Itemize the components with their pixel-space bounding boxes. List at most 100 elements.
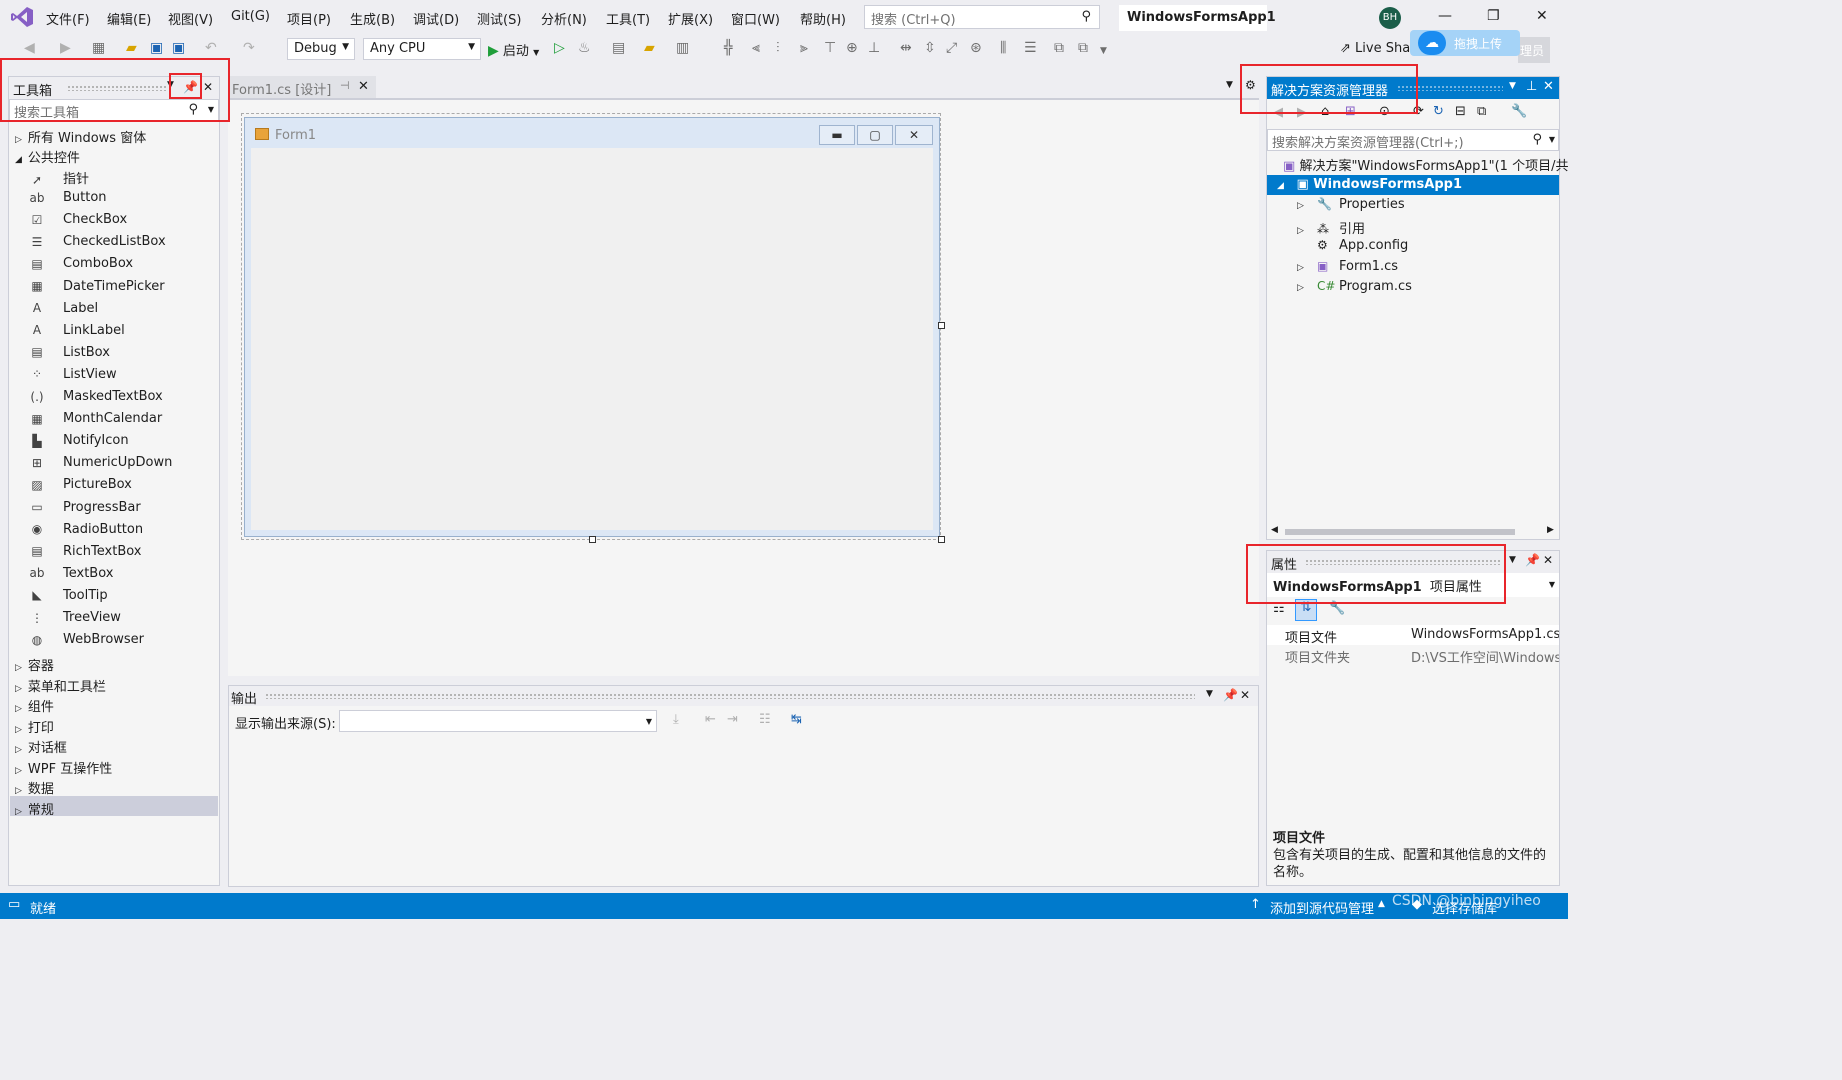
layout-icon[interactable]: ▥ xyxy=(676,40,689,56)
toolbox-item[interactable]: ▦ DateTimePicker xyxy=(29,279,164,294)
undo-icon[interactable]: ↶ xyxy=(205,40,217,56)
resize-handle-corner[interactable] xyxy=(938,536,945,543)
solution-search-input[interactable]: 搜索解决方案资源管理器(Ctrl+;) ⚲ ▼ xyxy=(1267,129,1559,151)
toolbox-category[interactable]: ▷ 菜单和工具栏 xyxy=(15,676,106,695)
avatar[interactable]: BH xyxy=(1379,7,1401,29)
align-left-icon[interactable]: ⫷ xyxy=(752,40,760,56)
toolbox-category[interactable]: ▷ 容器 xyxy=(15,655,54,674)
align-top-icon[interactable]: ⊤ xyxy=(824,40,836,56)
forward-icon[interactable]: ▶ xyxy=(1297,105,1307,120)
pin-icon[interactable]: 📌 xyxy=(1223,688,1238,702)
toolbox-category[interactable]: ▷ 打印 xyxy=(15,717,54,736)
pin-icon[interactable]: ⊣ xyxy=(340,79,350,92)
menu-help[interactable]: 帮助(H) xyxy=(800,9,846,28)
same-width-icon[interactable]: ⇹ xyxy=(900,40,912,56)
property-row-project-file[interactable]: 项目文件 WindowsFormsApp1.csproj xyxy=(1267,625,1559,645)
folder-icon[interactable]: ▰ xyxy=(644,40,655,56)
wrench-icon[interactable]: 🔧 xyxy=(1511,104,1527,119)
toolbox-item[interactable]: ⁘ ListView xyxy=(29,367,117,382)
categorized-icon[interactable]: ☷ xyxy=(1273,601,1285,616)
drag-grip[interactable] xyxy=(1397,85,1503,91)
menu-window[interactable]: 窗口(W) xyxy=(731,9,780,28)
start-without-debug-icon[interactable]: ▷ xyxy=(554,40,565,56)
form1-window[interactable]: Form1 ▬ ▢ ✕ xyxy=(244,117,940,537)
menu-analyze[interactable]: 分析(N) xyxy=(541,9,587,28)
toolbox-category[interactable]: ▷ 组件 xyxy=(15,696,54,715)
output-source-select[interactable]: ▼ xyxy=(339,710,657,732)
show-all-files-icon[interactable]: ⧉ xyxy=(1477,104,1486,119)
size-to-grid-icon[interactable]: ⊛ xyxy=(970,40,982,56)
close-tab-icon[interactable]: ✕ xyxy=(358,79,369,94)
menu-build[interactable]: 生成(B) xyxy=(350,9,395,28)
scroll-right-icon[interactable]: ▶ xyxy=(1547,525,1554,535)
next-message-icon[interactable]: ⇥ xyxy=(727,712,738,727)
toolbox-item[interactable]: A Label xyxy=(29,301,98,316)
pin-icon[interactable]: 📌 xyxy=(1525,553,1540,567)
prev-message-icon[interactable]: ⇤ xyxy=(705,712,716,727)
scrollbar-thumb[interactable] xyxy=(1285,529,1515,535)
horizontal-spacing-icon[interactable]: ⫼ xyxy=(1000,40,1006,56)
forward-icon[interactable]: ▶ xyxy=(60,40,71,56)
solution-root-node[interactable]: ▣ 解决方案"WindowsFormsApp1"(1 个项目/共 xyxy=(1283,155,1568,174)
toolbox-item[interactable]: ▦ MonthCalendar xyxy=(29,411,162,426)
pin-icon[interactable]: 📌 xyxy=(183,80,198,94)
menu-edit[interactable]: 编辑(E) xyxy=(107,9,151,28)
redo-icon[interactable]: ↷ xyxy=(243,40,255,56)
same-height-icon[interactable]: ⇳ xyxy=(924,40,936,56)
alphabetical-icon[interactable]: ⇅ xyxy=(1295,599,1317,621)
platform-select[interactable]: Any CPU ▼ xyxy=(363,38,481,60)
resize-handle-right[interactable] xyxy=(938,322,945,329)
menu-test[interactable]: 测试(S) xyxy=(477,9,521,28)
chevron-down-icon[interactable]: ▼ xyxy=(1509,555,1516,565)
chevron-up-icon[interactable]: ▲ xyxy=(1378,899,1385,909)
hot-reload-icon[interactable]: ♨ xyxy=(578,40,591,56)
toolbox-item[interactable]: ◉ RadioButton xyxy=(29,522,143,537)
solution-item[interactable]: ▷ C# Program.cs xyxy=(1297,279,1412,294)
solution-item[interactable]: ▷ 🔧 Properties xyxy=(1297,197,1405,212)
live-share-button[interactable]: ⇗ Live Sha xyxy=(1340,41,1410,56)
global-search-input[interactable]: 搜索 (Ctrl+Q) ⚲ xyxy=(864,5,1100,29)
menu-file[interactable]: 文件(F) xyxy=(46,9,90,28)
menu-view[interactable]: 视图(V) xyxy=(168,9,213,28)
output-window-icon[interactable]: ▭ xyxy=(8,897,20,912)
toolbox-item[interactable]: ☑ CheckBox xyxy=(29,212,128,227)
form-client-area[interactable] xyxy=(251,148,933,530)
drag-grip[interactable] xyxy=(265,693,1195,699)
close-icon[interactable]: ✕ xyxy=(1543,79,1554,94)
property-pages-icon[interactable]: 🔧 xyxy=(1329,601,1345,616)
toolbar-overflow-icon[interactable]: ▼ xyxy=(1100,46,1107,56)
toolbox-item[interactable]: ▭ ProgressBar xyxy=(29,500,140,515)
upload-badge[interactable]: ☁ 拖拽上传 xyxy=(1410,30,1520,56)
toolbox-category[interactable]: ▷ WPF 互操作性 xyxy=(15,758,112,777)
chevron-down-icon[interactable]: ▼ xyxy=(1509,81,1516,91)
tab-overflow-icon[interactable]: ▼ xyxy=(1226,80,1233,90)
close-icon[interactable]: ✕ xyxy=(1543,553,1553,567)
toolbox-item[interactable]: ☰ CheckedListBox xyxy=(29,234,166,249)
menu-git[interactable]: Git(G) xyxy=(231,9,270,24)
pin-icon[interactable]: ⊥ xyxy=(1526,79,1537,94)
toolbox-category[interactable]: ▷ 常规 xyxy=(15,799,54,818)
clear-all-icon[interactable]: ☷ xyxy=(759,712,771,727)
properties-object-select[interactable]: WindowsFormsApp1 项目属性 ▼ xyxy=(1267,573,1559,597)
toolbox-item[interactable]: ▤ ListBox xyxy=(29,345,110,360)
toolbox-item[interactable]: ⊞ NumericUpDown xyxy=(29,455,172,470)
toolbox-category[interactable]: ▷ 所有 Windows 窗体 xyxy=(15,127,146,146)
start-button[interactable]: ▶ 启动 ▼ xyxy=(488,40,539,59)
open-icon[interactable]: ▰ xyxy=(126,40,137,56)
menu-debug[interactable]: 调试(D) xyxy=(413,9,459,28)
drag-grip[interactable] xyxy=(67,85,167,91)
pending-changes-icon[interactable]: ⊙ xyxy=(1379,104,1390,119)
switch-views-icon[interactable]: ⊞ xyxy=(1345,104,1356,119)
drag-grip[interactable] xyxy=(1305,559,1501,565)
align-middle-icon[interactable]: ⊕ xyxy=(846,40,858,56)
grid-icon[interactable]: ╬ xyxy=(724,40,732,56)
toolbox-item[interactable]: ▤ RichTextBox xyxy=(29,544,141,559)
scroll-left-icon[interactable]: ◀ xyxy=(1271,525,1278,535)
toolbox-item[interactable]: ab TextBox xyxy=(29,566,114,581)
align-bottom-icon[interactable]: ⊥ xyxy=(868,40,880,56)
close-icon[interactable]: ✕ xyxy=(1536,8,1548,24)
configuration-select[interactable]: Debug ▼ xyxy=(287,38,355,60)
menu-extensions[interactable]: 扩展(X) xyxy=(668,9,713,28)
toolbox-item[interactable]: ◣ ToolTip xyxy=(29,588,107,603)
tab-form1-designer[interactable]: Form1.cs [设计] ⊣ ✕ xyxy=(228,76,376,98)
